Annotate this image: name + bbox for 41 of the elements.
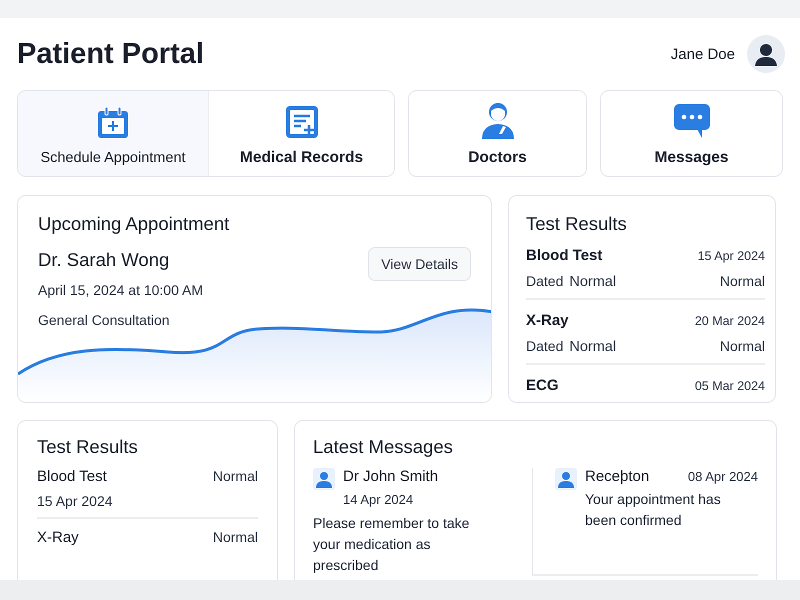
nav-tile[interactable]: Medical Records	[208, 91, 394, 176]
test-name: X-Ray	[37, 529, 79, 546]
doctor-name: Dr. Sarah Wong	[38, 249, 170, 271]
doctor-icon	[480, 100, 514, 139]
person-icon	[313, 468, 335, 490]
test-date: 15 Apr 2024	[37, 493, 114, 509]
test-status: Normal	[212, 529, 258, 545]
test-date: 15 Apr 2024	[698, 249, 765, 263]
avatar-icon[interactable]	[747, 35, 785, 74]
test-name: Blood Test	[526, 247, 602, 264]
test-date: 05 Mar 2024	[694, 379, 765, 393]
page-title: Patient Portal	[17, 38, 204, 71]
appointment-type: General Consultation	[38, 312, 171, 328]
nav-tile[interactable]: Messages	[601, 91, 782, 176]
test-name: Blood Test	[37, 468, 107, 485]
test-status: Normal	[720, 273, 765, 290]
test-date: 20 Mar 2024	[694, 314, 765, 328]
person-icon	[555, 468, 577, 490]
test-status: Normal	[720, 338, 765, 355]
date-label: Dated	[526, 338, 564, 354]
card-title: Test Results	[526, 213, 628, 235]
view-details-button[interactable]: View Details	[368, 247, 471, 281]
message-date: 14 Apr 2024	[343, 492, 414, 507]
user-name: Jane Doe	[670, 46, 735, 63]
message-sender: Receþton	[585, 468, 650, 485]
message-text: Please remember to take your medication as prescribed	[313, 514, 470, 575]
test-status: Normal	[212, 468, 258, 484]
card-title: Latest Messages	[313, 436, 454, 458]
result-value: Normal	[569, 274, 616, 290]
date-label: Dated	[526, 273, 564, 289]
test-name: ECG	[526, 377, 559, 394]
nav-tile[interactable]: Schedule Appointment	[18, 91, 208, 176]
message-sender: Dr John Smith	[343, 468, 438, 485]
card-title: Upcoming Appointment	[38, 213, 230, 235]
message-text: Your appointment has been confirmed	[585, 490, 722, 530]
result-value: Normal	[569, 339, 616, 355]
card-title: Test Results	[37, 436, 139, 458]
test-name: X-Ray	[526, 312, 569, 329]
message-date: 08 Apr 2024	[688, 469, 758, 484]
nav-tile[interactable]: Doctors	[409, 91, 586, 176]
appointment-time: April 15, 2024 at 10:00 AM	[38, 282, 203, 298]
